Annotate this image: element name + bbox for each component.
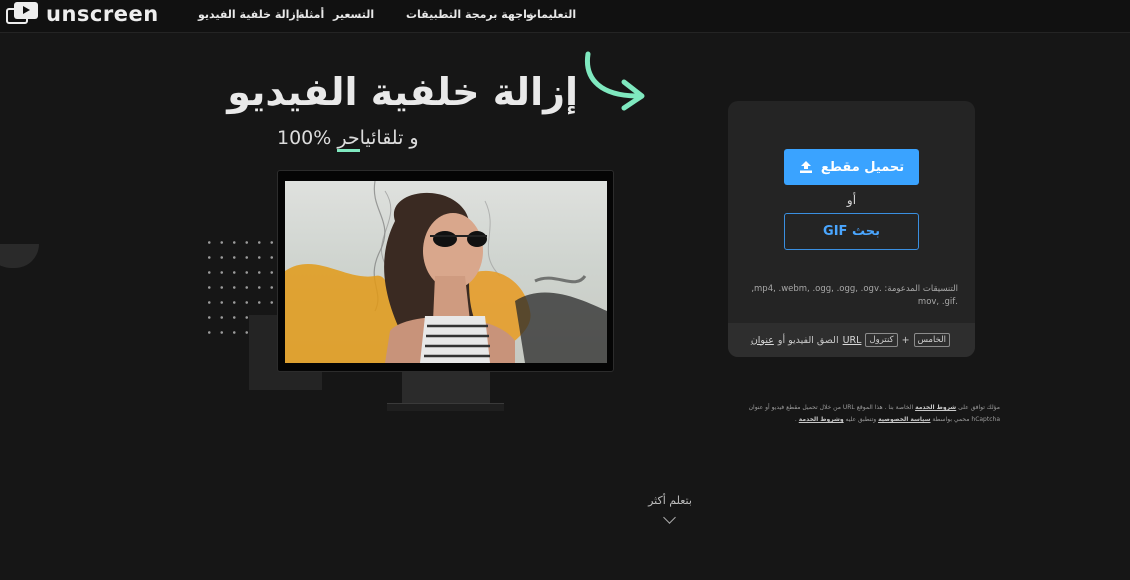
logo[interactable]: unscreen bbox=[6, 2, 159, 26]
hcaptcha-terms-link[interactable]: وشروط الخدمة bbox=[799, 416, 844, 423]
hero-subtitle: 100% و تلقائياحر bbox=[277, 127, 419, 152]
nav-remove-bg[interactable]: إزالة خلفية الفيديو bbox=[198, 8, 300, 21]
monitor-base bbox=[387, 403, 504, 411]
top-nav: unscreen التعليمات واجهة برمجة التطبيقات… bbox=[0, 0, 1130, 33]
upload-card: تحميل مقطع أو GIF بحث التنسيقات المدعومة… bbox=[728, 101, 975, 357]
logo-text: unscreen bbox=[46, 2, 159, 26]
url-link[interactable]: عنوان bbox=[751, 335, 774, 346]
chevron-down-icon[interactable] bbox=[663, 511, 676, 524]
page-title: إزالة خلفية الفيديو bbox=[227, 70, 578, 114]
key-v: الخامس bbox=[913, 333, 950, 347]
nav-api[interactable]: واجهة برمجة التطبيقات bbox=[406, 8, 534, 21]
paste-hint: عنوان الصق الفيديو أو URL كنترول + الخام… bbox=[728, 323, 975, 357]
or-separator: أو bbox=[846, 193, 857, 207]
upload-icon bbox=[799, 161, 812, 173]
learn-more-link[interactable]: بتعلم أكثر bbox=[640, 494, 700, 507]
key-ctrl: كنترول bbox=[865, 333, 898, 347]
terms-link[interactable]: شروط الخدمة bbox=[915, 404, 956, 411]
search-gif-button[interactable]: GIF بحث bbox=[784, 213, 919, 250]
demo-monitor bbox=[277, 170, 614, 372]
curved-arrow-icon bbox=[584, 51, 645, 111]
nav-examples[interactable]: أمثلة bbox=[298, 8, 324, 21]
supported-formats: التنسيقات المدعومة: .mp4, .webm, .ogg, .… bbox=[751, 284, 958, 307]
monitor-stand bbox=[402, 372, 490, 405]
typed-text: حر bbox=[337, 127, 360, 152]
upload-clip-button[interactable]: تحميل مقطع bbox=[784, 149, 919, 185]
demo-video bbox=[285, 181, 607, 363]
privacy-link[interactable]: سياسة الخصوصية bbox=[878, 416, 930, 423]
logo-play-icon bbox=[6, 2, 38, 26]
decor-circle bbox=[0, 244, 39, 268]
url-link[interactable]: URL bbox=[843, 335, 862, 346]
terms-notice: مؤلك توافق على شروط الخدمة الخاصة بنا . … bbox=[748, 404, 1000, 423]
nav-pricing[interactable]: التسعير bbox=[333, 8, 374, 21]
